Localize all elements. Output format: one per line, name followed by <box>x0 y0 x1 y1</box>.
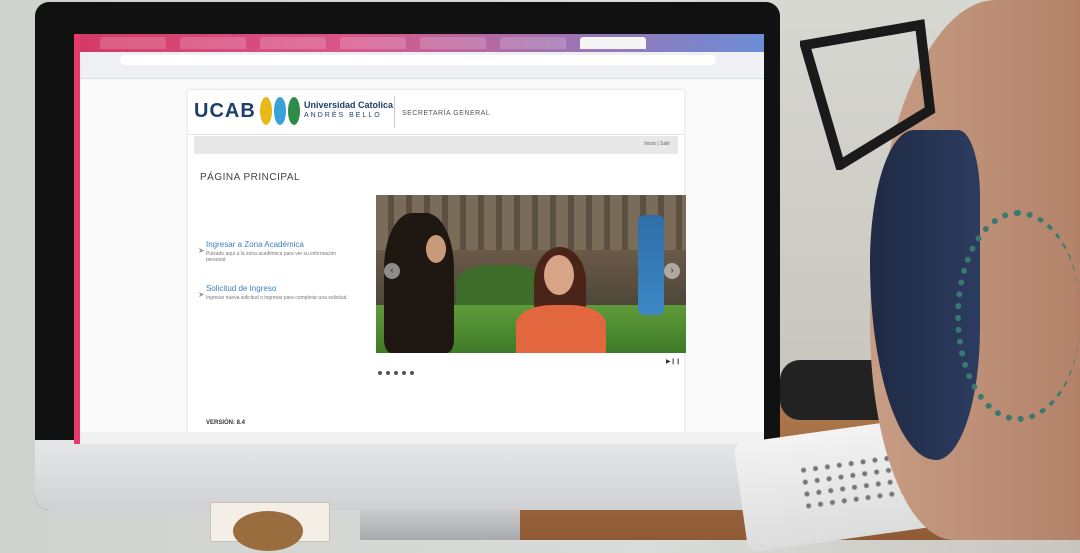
link-title[interactable]: Solicitud de Ingreso <box>206 284 356 293</box>
ucab-logo[interactable]: UCAB <box>194 100 256 123</box>
beaded-necklace <box>955 210 1080 422</box>
site-header: UCAB Universidad Catolica ANDRÉS BELLO S… <box>188 90 684 135</box>
slider-dot[interactable] <box>378 371 382 375</box>
slide-photo <box>426 235 446 263</box>
arrow-icon: ➤ <box>198 290 205 299</box>
slider-dot[interactable] <box>410 371 414 375</box>
site-page: UCAB Universidad Catolica ANDRÉS BELLO S… <box>188 90 686 434</box>
arrow-icon: ➤ <box>198 246 205 255</box>
browser-tab[interactable] <box>180 37 246 49</box>
slider-dot[interactable] <box>402 371 406 375</box>
chevron-left-icon[interactable]: ‹ <box>384 263 400 279</box>
footer-links <box>80 432 764 444</box>
link-description: Ingresar nueva solicitud o ingresar para… <box>206 295 348 301</box>
imac-chin <box>35 440 780 510</box>
seal-emblem <box>233 511 303 551</box>
slide-photo <box>516 305 606 353</box>
slider-dots <box>378 362 418 380</box>
browser-tabstrip <box>80 34 764 52</box>
ucab-leaves-icon <box>260 97 300 125</box>
nav-bar: Inicio | Salir <box>194 136 678 154</box>
sticker <box>210 502 330 551</box>
telephone-keypad <box>796 451 903 515</box>
apple-logo-icon <box>443 462 471 494</box>
play-pause-icon[interactable]: ▶❙❙ <box>666 358 681 365</box>
image-slider: ‹ › <box>376 195 686 353</box>
browser-tab[interactable] <box>420 37 486 49</box>
screen: UCAB Universidad Catolica ANDRÉS BELLO S… <box>74 34 764 444</box>
slide-photo <box>384 213 454 353</box>
slide-photo <box>544 255 574 295</box>
link-solicitud-ingreso[interactable]: ➤ Solicitud de Ingreso Ingresar nueva so… <box>198 284 356 301</box>
browser-tab[interactable] <box>500 37 566 49</box>
slide-photo <box>456 265 546 310</box>
section-title: SECRETARÍA GENERAL <box>402 110 491 117</box>
bookmarks-bar <box>80 68 764 79</box>
slide-photo <box>638 215 664 315</box>
chevron-right-icon[interactable]: › <box>664 263 680 279</box>
browser-tab[interactable] <box>100 37 166 49</box>
browser-tab[interactable] <box>340 37 406 49</box>
header-divider <box>394 96 395 128</box>
browser-tab[interactable] <box>260 37 326 49</box>
slider-dot[interactable] <box>394 371 398 375</box>
link-zona-academica[interactable]: ➤ Ingresar a Zona Académica Pulsado aquí… <box>198 240 356 263</box>
link-title[interactable]: Ingresar a Zona Académica <box>206 240 356 249</box>
login-link[interactable]: Inicio | Salir <box>644 141 670 147</box>
page-title: PÁGINA PRINCIPAL <box>200 172 301 183</box>
university-name: Universidad Catolica <box>304 100 394 110</box>
browser-tab-active[interactable] <box>580 37 646 49</box>
url-input[interactable] <box>120 55 716 65</box>
version-label: VERSIÓN: 8.4 <box>206 420 246 426</box>
eyeglasses <box>800 19 936 170</box>
slider-dot[interactable] <box>386 371 390 375</box>
address-bar <box>80 52 764 68</box>
link-description: Pulsado aquí a la zona académica para ve… <box>206 251 337 263</box>
university-subtitle: ANDRÉS BELLO <box>304 112 382 119</box>
imac-stand <box>360 510 520 540</box>
